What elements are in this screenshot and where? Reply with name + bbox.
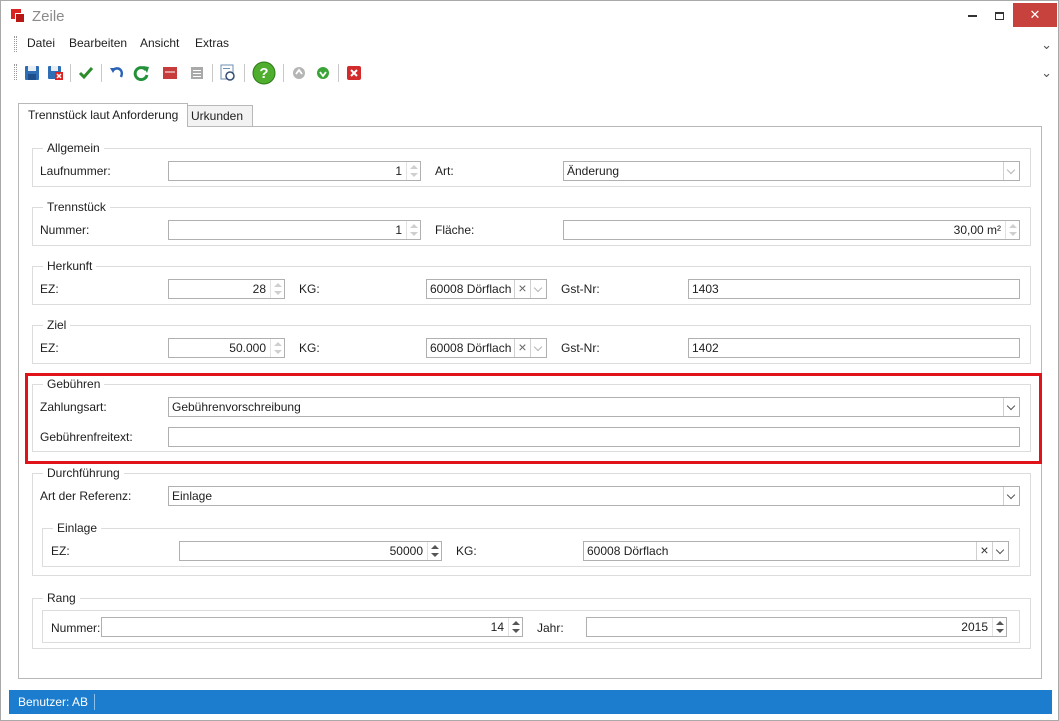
spin-button[interactable]: [406, 162, 420, 180]
close-icon: ✕: [1029, 7, 1041, 22]
group-title: Einlage: [53, 521, 102, 535]
ziel-ez-field[interactable]: 50.000: [168, 338, 285, 358]
einlage-ez-field[interactable]: 50000: [179, 541, 442, 561]
delete-record-icon[interactable]: [160, 62, 180, 84]
application-window: Zeile ✕ Datei Bearbeiten Ansicht Extras …: [0, 0, 1059, 721]
chevron-down-icon[interactable]: [992, 542, 1008, 560]
herkunft-gst-field[interactable]: 1403: [688, 279, 1020, 299]
minimize-icon: [967, 14, 977, 17]
herkunft-ez-label: EZ:: [40, 282, 59, 296]
rang-nummer-label: Nummer:: [51, 621, 101, 635]
minimize-button[interactable]: [958, 3, 986, 27]
spin-button[interactable]: [427, 542, 441, 560]
herkunft-kg-dropdown[interactable]: 60008 Dörflach ×: [426, 279, 547, 299]
ziel-kg-dropdown[interactable]: 60008 Dörflach ×: [426, 338, 547, 358]
tab-urkunden[interactable]: Urkunden: [181, 105, 254, 126]
nummer-field[interactable]: 1: [168, 220, 421, 240]
group-title: Allgemein: [43, 141, 104, 155]
toolbar-grip[interactable]: [14, 64, 17, 80]
group-title: Trennstück: [43, 200, 110, 214]
app-icon: [11, 9, 25, 23]
herkunft-gst-label: Gst-Nr:: [561, 282, 600, 296]
close-icon[interactable]: [344, 62, 364, 84]
group-title: Rang: [43, 591, 80, 605]
chevron-down-icon[interactable]: [1003, 162, 1019, 180]
flaeche-label: Fläche:: [435, 223, 475, 237]
group-title: Durchführung: [43, 466, 124, 480]
chevron-down-icon[interactable]: [530, 339, 546, 357]
menu-overflow-chevron-icon[interactable]: ⌄: [1041, 37, 1052, 53]
refresh-icon[interactable]: [131, 62, 151, 84]
herkunft-ez-field[interactable]: 28: [168, 279, 285, 299]
ziel-ez-label: EZ:: [40, 341, 59, 355]
preview-icon[interactable]: [218, 62, 238, 84]
move-down-icon[interactable]: [313, 62, 333, 84]
tab-trennstueck[interactable]: Trennstück laut Anforderung: [18, 103, 189, 127]
rang-jahr-label: Jahr:: [537, 621, 564, 635]
chevron-down-icon[interactable]: [1003, 487, 1019, 505]
art-dropdown[interactable]: Änderung: [563, 161, 1020, 181]
close-window-button[interactable]: ✕: [1013, 3, 1057, 27]
list-icon[interactable]: [187, 62, 207, 84]
menu-bearbeiten[interactable]: Bearbeiten: [69, 36, 127, 50]
nummer-label: Nummer:: [40, 223, 90, 237]
highlight-box: [25, 373, 1042, 464]
svg-text:?: ?: [259, 65, 268, 82]
maximize-button[interactable]: [985, 3, 1013, 27]
clear-icon[interactable]: ×: [514, 280, 530, 298]
einlage-ez-label: EZ:: [51, 544, 70, 558]
status-user: Benutzer: AB: [18, 695, 89, 709]
status-bar: Benutzer: AB: [9, 690, 1052, 714]
status-divider: [94, 694, 95, 710]
save-icon[interactable]: [22, 62, 42, 84]
group-title: Ziel: [43, 318, 71, 332]
laufnummer-field[interactable]: 1: [168, 161, 421, 181]
group-title: Herkunft: [43, 259, 97, 273]
art-label: Art:: [435, 164, 454, 178]
referenz-dropdown[interactable]: Einlage: [168, 486, 1020, 506]
spin-button[interactable]: [270, 339, 284, 357]
spin-button[interactable]: [1005, 221, 1019, 239]
checkmark-icon[interactable]: [76, 62, 96, 84]
toolbar-overflow-chevron-icon[interactable]: ⌄: [1041, 65, 1052, 81]
maximize-icon: [994, 11, 1004, 20]
menu-datei[interactable]: Datei: [27, 36, 55, 50]
rang-nummer-field[interactable]: 14: [101, 617, 523, 637]
help-icon[interactable]: ?: [251, 60, 277, 86]
spin-button[interactable]: [406, 221, 420, 239]
window-title: Zeile: [32, 8, 65, 25]
einlage-kg-label: KG:: [456, 544, 477, 558]
rang-jahr-field[interactable]: 2015: [586, 617, 1007, 637]
menu-grip[interactable]: [14, 36, 17, 52]
menu-ansicht[interactable]: Ansicht: [140, 36, 179, 50]
menu-extras[interactable]: Extras: [195, 36, 229, 50]
ziel-gst-field[interactable]: 1402: [688, 338, 1020, 358]
move-up-icon[interactable]: [289, 62, 309, 84]
chevron-down-icon[interactable]: [530, 280, 546, 298]
spin-button[interactable]: [992, 618, 1006, 636]
spin-button[interactable]: [508, 618, 522, 636]
save-close-icon[interactable]: [45, 62, 65, 84]
laufnummer-label: Laufnummer:: [40, 164, 111, 178]
clear-icon[interactable]: ×: [514, 339, 530, 357]
herkunft-kg-label: KG:: [299, 282, 320, 296]
einlage-kg-dropdown[interactable]: 60008 Dörflach ×: [583, 541, 1009, 561]
ziel-gst-label: Gst-Nr:: [561, 341, 600, 355]
spin-button[interactable]: [270, 280, 284, 298]
flaeche-field[interactable]: 30,00 m²: [563, 220, 1020, 240]
undo-icon[interactable]: [107, 62, 127, 84]
ziel-kg-label: KG:: [299, 341, 320, 355]
clear-icon[interactable]: ×: [976, 542, 992, 560]
title-bar: Zeile ✕: [1, 1, 1058, 31]
referenz-label: Art der Referenz:: [40, 489, 132, 503]
